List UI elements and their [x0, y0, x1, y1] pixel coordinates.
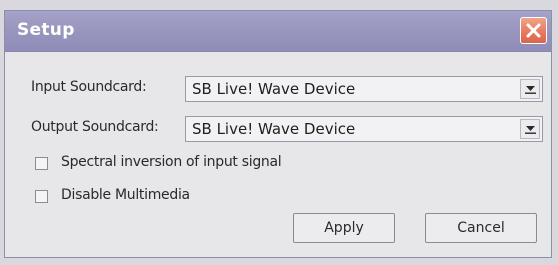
setup-dialog: Setup Input Soundcard: SB Live! Wave Dev…: [4, 10, 552, 258]
close-icon: [526, 23, 541, 38]
spectral-inversion-label: Spectral inversion of input signal: [61, 154, 282, 170]
window-title: Setup: [17, 20, 75, 40]
output-soundcard-value: SB Live! Wave Device: [192, 120, 356, 138]
output-dropdown-button[interactable]: [520, 119, 540, 139]
input-dropdown-button[interactable]: [520, 79, 540, 99]
chevron-down-icon: [525, 86, 536, 94]
title-bar[interactable]: Setup: [5, 11, 551, 52]
input-soundcard-value: SB Live! Wave Device: [192, 80, 356, 98]
disable-multimedia-checkbox[interactable]: [35, 190, 48, 203]
disable-multimedia-label: Disable Multimedia: [61, 187, 190, 203]
cancel-button[interactable]: Cancel: [425, 213, 537, 243]
chevron-down-icon: [525, 126, 536, 134]
apply-button[interactable]: Apply: [293, 213, 395, 243]
spectral-inversion-checkbox[interactable]: [35, 157, 48, 170]
input-soundcard-label: Input Soundcard:: [31, 79, 147, 95]
output-soundcard-select[interactable]: SB Live! Wave Device: [185, 116, 543, 142]
input-soundcard-select[interactable]: SB Live! Wave Device: [185, 76, 543, 102]
close-button[interactable]: [520, 17, 547, 44]
output-soundcard-label: Output Soundcard:: [31, 119, 159, 135]
